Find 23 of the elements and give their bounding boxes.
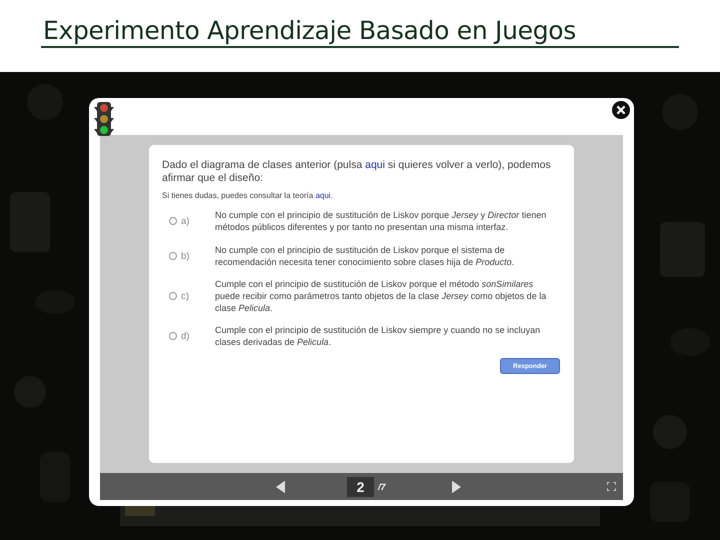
radio-button[interactable] xyxy=(169,332,177,340)
fullscreen-icon[interactable] xyxy=(607,482,616,491)
option-text: No cumple con el principio de sustitución de Liskov porque Jersey y Director tienen métodos públicos diferentes y por tanto no presentan una misma interfaz. xyxy=(215,209,548,233)
radio-button[interactable] xyxy=(169,252,177,260)
option-letter: d) xyxy=(181,330,190,342)
option-text: No cumple con el principio de sustitución de Liskov porque el sistema de recomendación necesita tener conocimiento sobre clases hija de Producto. xyxy=(215,244,516,268)
option-letter: c) xyxy=(181,290,190,302)
traffic-light-icon xyxy=(93,101,115,137)
page-total: /7 xyxy=(378,482,386,492)
option-letter: b) xyxy=(181,250,190,262)
question-text: Dado el diagrama de clases anterior (pulsa aqui si quieres volver a verlo), podemos afirmar que el diseño: xyxy=(162,159,552,185)
option-letter: a) xyxy=(181,216,190,226)
link[interactable]: aqui xyxy=(315,191,331,200)
page-number: 2 xyxy=(347,476,374,496)
option-text: Cumple con el principio de sustitución de Liskov porque el método sonSimilares puede recibir como parámetros tanto objetos de la clase Jersey como objetos de la clase Pelicula. xyxy=(215,278,548,314)
previous-icon[interactable] xyxy=(276,480,285,494)
hint-text: Si tienes dudas, puedes consultar la teoría aqui. xyxy=(162,191,334,200)
link[interactable]: aqui xyxy=(365,159,385,171)
next-icon[interactable] xyxy=(452,480,461,494)
slide-title: Experimento Aprendizaje Basado en Juegos xyxy=(41,14,679,48)
option-text: Cumple con el principio de sustitución de Liskov siempre y cuando no se incluyan clases derivadas de Pelicula. xyxy=(215,324,542,348)
radio-button[interactable] xyxy=(169,292,177,300)
radio-button[interactable] xyxy=(169,217,177,225)
